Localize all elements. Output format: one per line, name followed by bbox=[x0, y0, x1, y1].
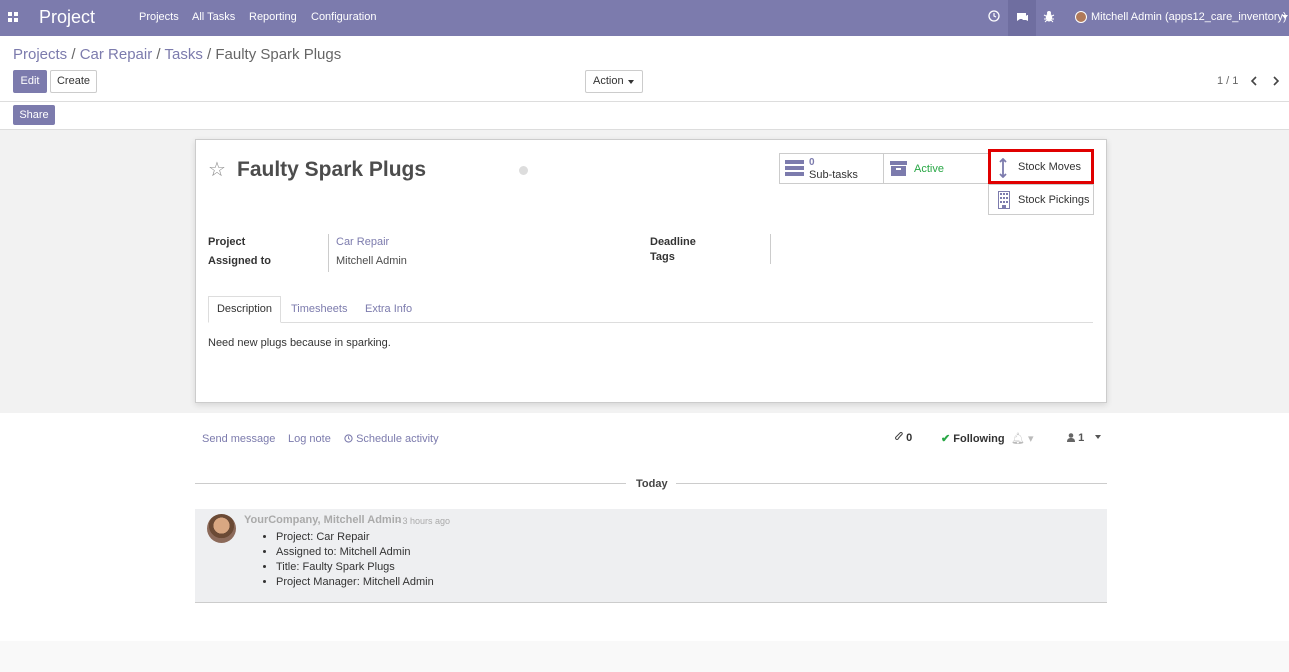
list-item: Project: Car Repair bbox=[276, 531, 434, 543]
message-time: - 3 hours ago bbox=[397, 516, 451, 526]
project-field-value[interactable]: Car Repair bbox=[336, 236, 389, 248]
description-text[interactable]: Need new plugs because in sparking. bbox=[208, 337, 391, 349]
activity-clock-icon[interactable] bbox=[988, 10, 1000, 25]
active-label: Active bbox=[914, 163, 944, 175]
task-form-sheet: ☆ Faulty Spark Plugs 0 Sub-tasks Active … bbox=[195, 139, 1107, 403]
breadcrumb-separator: / bbox=[207, 46, 212, 63]
check-icon: ✔ bbox=[941, 433, 951, 445]
building-icon bbox=[998, 191, 1010, 209]
user-avatar[interactable] bbox=[1075, 11, 1087, 23]
tags-field-label: Tags bbox=[650, 251, 675, 263]
breadcrumb-car-repair[interactable]: Car Repair bbox=[80, 46, 153, 63]
caret-down-icon bbox=[628, 80, 634, 84]
paperclip-icon bbox=[895, 432, 903, 440]
archive-icon bbox=[890, 161, 907, 176]
stock-moves-label: Stock Moves bbox=[1018, 161, 1081, 173]
chatter: Send message Log note Schedule activity … bbox=[0, 413, 1289, 641]
pager-next-icon[interactable] bbox=[1272, 76, 1280, 89]
notifications-bell-icon[interactable]: 🔔︎ ▾ bbox=[1011, 432, 1034, 445]
list-item: Title: Faulty Spark Plugs bbox=[276, 561, 434, 573]
active-toggle-button[interactable]: Active bbox=[883, 153, 989, 184]
action-dropdown[interactable]: Action bbox=[585, 70, 643, 93]
user-menu[interactable]: Mitchell Admin (apps12_care_inventory) bbox=[1091, 11, 1287, 23]
menu-all-tasks[interactable]: All Tasks bbox=[192, 11, 235, 23]
tab-description[interactable]: Description bbox=[208, 296, 281, 323]
field-divider bbox=[328, 234, 329, 272]
breadcrumb-tasks[interactable]: Tasks bbox=[164, 46, 202, 63]
author-avatar[interactable] bbox=[207, 514, 236, 543]
user-icon bbox=[1067, 433, 1075, 442]
clock-icon bbox=[344, 434, 353, 443]
user-dropdown-caret-icon[interactable] bbox=[1282, 15, 1288, 19]
create-button[interactable]: Create bbox=[50, 70, 97, 93]
stock-pickings-button[interactable]: Stock Pickings bbox=[988, 184, 1094, 215]
followers-count: 1 bbox=[1078, 432, 1085, 444]
pager-previous-icon[interactable] bbox=[1250, 76, 1258, 89]
send-message-button[interactable]: Send message bbox=[202, 433, 275, 445]
subtasks-count: 0 bbox=[809, 157, 815, 168]
date-divider bbox=[676, 483, 1107, 484]
share-button[interactable]: Share bbox=[13, 105, 55, 125]
deadline-field-label: Deadline bbox=[650, 236, 696, 248]
following-button[interactable]: ✔ Following bbox=[941, 432, 1005, 445]
breadcrumb-current: Faulty Spark Plugs bbox=[215, 46, 342, 63]
stock-pickings-label: Stock Pickings bbox=[1018, 194, 1090, 206]
vertical-arrows-icon bbox=[999, 158, 1007, 178]
breadcrumb-separator: / bbox=[156, 46, 161, 63]
task-title[interactable]: Faulty Spark Plugs bbox=[237, 158, 426, 182]
schedule-activity-label: Schedule activity bbox=[356, 433, 439, 445]
debug-bug-icon[interactable] bbox=[1043, 10, 1055, 26]
assigned-field-label: Assigned to bbox=[208, 255, 271, 267]
menu-projects[interactable]: Projects bbox=[139, 11, 179, 23]
stock-moves-button[interactable]: Stock Moves bbox=[988, 149, 1094, 184]
subtasks-button[interactable]: 0 Sub-tasks bbox=[779, 153, 884, 184]
top-navbar: Project Projects All Tasks Reporting Con… bbox=[0, 0, 1289, 36]
attachments-count: 0 bbox=[906, 432, 913, 444]
messaging-tab[interactable] bbox=[1008, 0, 1036, 36]
message-tracking-list: Project: Car Repair Assigned to: Mitchel… bbox=[276, 531, 434, 591]
action-label: Action bbox=[593, 75, 624, 87]
control-panel: Projects / Car Repair / Tasks / Faulty S… bbox=[0, 36, 1289, 130]
message-item: YourCompany, Mitchell Admin - 3 hours ag… bbox=[195, 509, 1107, 603]
date-divider bbox=[195, 483, 626, 484]
tasks-icon bbox=[785, 160, 804, 176]
pager-value[interactable]: 1 / 1 bbox=[1217, 75, 1238, 87]
breadcrumb-separator: / bbox=[71, 46, 76, 63]
chat-icon bbox=[1017, 13, 1028, 21]
kanban-state-icon[interactable] bbox=[519, 166, 528, 175]
breadcrumb: Projects / Car Repair / Tasks / Faulty S… bbox=[13, 46, 341, 63]
message-author[interactable]: YourCompany, Mitchell Admin bbox=[244, 514, 401, 526]
date-divider-label: Today bbox=[636, 478, 668, 490]
breadcrumb-projects[interactable]: Projects bbox=[13, 46, 67, 63]
attachments-button[interactable]: 0 bbox=[895, 432, 912, 444]
notebook-tabs bbox=[208, 322, 1093, 323]
star-icon[interactable]: ☆ bbox=[208, 157, 226, 182]
divider bbox=[0, 101, 1289, 102]
edit-button[interactable]: Edit bbox=[13, 70, 47, 93]
following-label: Following bbox=[953, 433, 1005, 445]
project-field-label: Project bbox=[208, 236, 246, 248]
menu-reporting[interactable]: Reporting bbox=[249, 11, 297, 23]
caret-down-icon bbox=[1095, 435, 1102, 439]
app-name[interactable]: Project bbox=[39, 7, 95, 28]
assigned-field-value[interactable]: Mitchell Admin bbox=[336, 255, 407, 267]
apps-menu-icon[interactable] bbox=[8, 12, 18, 22]
list-item: Project Manager: Mitchell Admin bbox=[276, 576, 434, 588]
field-divider bbox=[770, 234, 771, 264]
followers-button[interactable]: 1 bbox=[1067, 432, 1102, 444]
log-note-button[interactable]: Log note bbox=[288, 433, 331, 445]
list-item: Assigned to: Mitchell Admin bbox=[276, 546, 434, 558]
schedule-activity-button[interactable]: Schedule activity bbox=[344, 433, 439, 445]
tab-extra-info[interactable]: Extra Info bbox=[365, 303, 412, 315]
tab-timesheets[interactable]: Timesheets bbox=[291, 303, 347, 315]
subtasks-label: Sub-tasks bbox=[809, 169, 858, 181]
menu-configuration[interactable]: Configuration bbox=[311, 11, 376, 23]
